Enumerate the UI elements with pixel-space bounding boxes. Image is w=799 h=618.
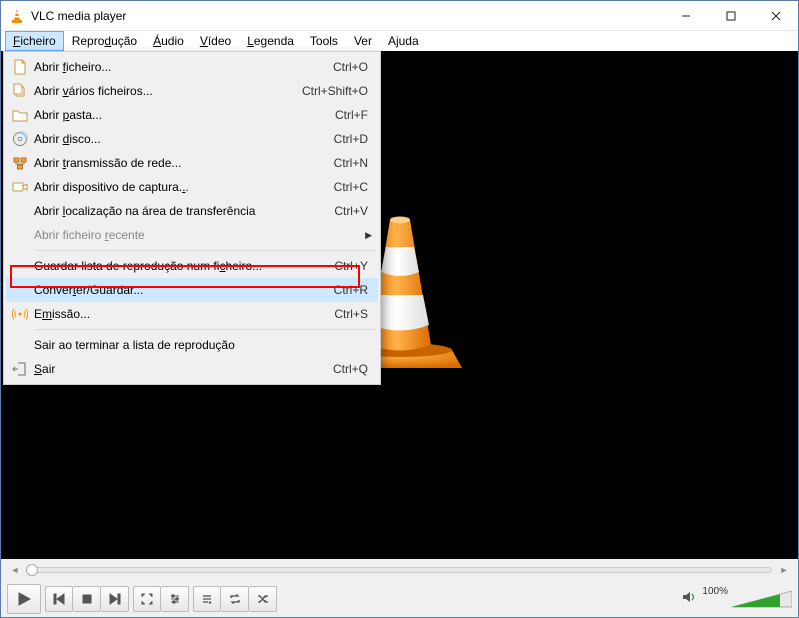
playback-controls: 100%: [1, 581, 798, 617]
menu-item-label: Abrir ficheiro recente: [34, 228, 368, 242]
menu-legenda[interactable]: Legenda: [239, 31, 302, 51]
title-bar: VLC media player: [1, 1, 798, 31]
seek-bar-area: ◄ ►: [1, 559, 798, 581]
menu-separator: [36, 329, 376, 330]
menu-shortcut: Ctrl+Q: [333, 362, 368, 376]
volume-control: 100%: [682, 589, 792, 609]
menu-separator: [36, 250, 376, 251]
menu-item[interactable]: Converter/Guardar...Ctrl+R: [6, 278, 378, 302]
menu-item-label: Sair ao terminar a lista de reprodução: [34, 338, 368, 352]
menu-item-label: Abrir ficheiro...: [34, 60, 333, 74]
menu-tools[interactable]: Tools: [302, 31, 346, 51]
menu-item[interactable]: Abrir disco...Ctrl+D: [6, 127, 378, 151]
menu-shortcut: Ctrl+R: [334, 283, 368, 297]
menu-item[interactable]: Guardar lista de reprodução num ficheiro…: [6, 254, 378, 278]
window-title: VLC media player: [31, 9, 663, 23]
fullscreen-button[interactable]: [133, 586, 161, 612]
menu-item-label: Abrir localização na área de transferênc…: [34, 204, 334, 218]
seek-knob[interactable]: [26, 564, 38, 576]
menu-shortcut: Ctrl+N: [334, 156, 368, 170]
menu-shortcut: Ctrl+V: [334, 204, 368, 218]
volume-slider[interactable]: [732, 589, 792, 609]
menu-shortcut: Ctrl+S: [334, 307, 368, 321]
menu-item-label: Abrir pasta...: [34, 108, 335, 122]
stop-button[interactable]: [73, 586, 101, 612]
menu-shortcut: Ctrl+C: [334, 180, 368, 194]
exit-icon: [6, 361, 34, 377]
vlc-app-icon: [9, 8, 25, 24]
menu-áudio[interactable]: Áudio: [145, 31, 192, 51]
shuffle-button[interactable]: [249, 586, 277, 612]
seek-slider[interactable]: [27, 567, 772, 573]
menu-item[interactable]: Emissão...Ctrl+S: [6, 302, 378, 326]
menu-item-label: Abrir vários ficheiros...: [34, 84, 302, 98]
menu-item[interactable]: SairCtrl+Q: [6, 357, 378, 381]
seek-left-icon[interactable]: ◄: [9, 563, 21, 577]
menu-bar: FicheiroReproduçãoÁudioVídeoLegendaTools…: [1, 31, 798, 51]
menu-item-label: Abrir disco...: [34, 132, 334, 146]
submenu-arrow-icon: ▶: [365, 230, 372, 241]
speaker-icon[interactable]: [682, 590, 698, 609]
disc-icon: [6, 131, 34, 147]
menu-shortcut: Ctrl+Y: [334, 259, 368, 273]
files-icon: [6, 83, 34, 99]
minimize-button[interactable]: [663, 1, 708, 30]
volume-percent: 100%: [702, 586, 728, 597]
menu-item[interactable]: Abrir pasta...Ctrl+F: [6, 103, 378, 127]
network-icon: [6, 155, 34, 171]
menu-ajuda[interactable]: Ajuda: [380, 31, 427, 51]
maximize-button[interactable]: [708, 1, 753, 30]
seek-right-icon[interactable]: ►: [778, 563, 790, 577]
menu-item: Abrir ficheiro recente▶: [6, 223, 378, 247]
menu-shortcut: Ctrl+Shift+O: [302, 84, 368, 98]
playlist-button[interactable]: [193, 586, 221, 612]
next-button[interactable]: [101, 586, 129, 612]
menu-item[interactable]: Sair ao terminar a lista de reprodução: [6, 333, 378, 357]
file-icon: [6, 59, 34, 75]
loop-button[interactable]: [221, 586, 249, 612]
menu-shortcut: Ctrl+D: [334, 132, 368, 146]
menu-item-label: Emissão...: [34, 307, 334, 321]
menu-item-label: Guardar lista de reprodução num ficheiro…: [34, 259, 334, 273]
stream-icon: [6, 306, 34, 322]
play-button[interactable]: [7, 584, 41, 614]
menu-vídeo[interactable]: Vídeo: [192, 31, 239, 51]
prev-button[interactable]: [45, 586, 73, 612]
capture-icon: [6, 179, 34, 195]
menu-item-label: Converter/Guardar...: [34, 283, 334, 297]
menu-ver[interactable]: Ver: [346, 31, 380, 51]
menu-item-label: Sair: [34, 362, 333, 376]
menu-item[interactable]: Abrir localização na área de transferênc…: [6, 199, 378, 223]
menu-shortcut: Ctrl+F: [335, 108, 368, 122]
menu-item[interactable]: Abrir dispositivo de captura...Ctrl+C: [6, 175, 378, 199]
menu-item[interactable]: Abrir vários ficheiros...Ctrl+Shift+O: [6, 79, 378, 103]
file-menu-dropdown: Abrir ficheiro...Ctrl+OAbrir vários fich…: [3, 51, 381, 385]
menu-shortcut: Ctrl+O: [333, 60, 368, 74]
folder-icon: [6, 107, 34, 123]
menu-reprodução[interactable]: Reprodução: [64, 31, 145, 51]
menu-ficheiro[interactable]: Ficheiro: [5, 31, 64, 51]
menu-item-label: Abrir dispositivo de captura...: [34, 180, 334, 194]
close-button[interactable]: [753, 1, 798, 30]
menu-item-label: Abrir transmissão de rede...: [34, 156, 334, 170]
menu-item[interactable]: Abrir ficheiro...Ctrl+O: [6, 55, 378, 79]
menu-item[interactable]: Abrir transmissão de rede...Ctrl+N: [6, 151, 378, 175]
ext-settings-button[interactable]: [161, 586, 189, 612]
